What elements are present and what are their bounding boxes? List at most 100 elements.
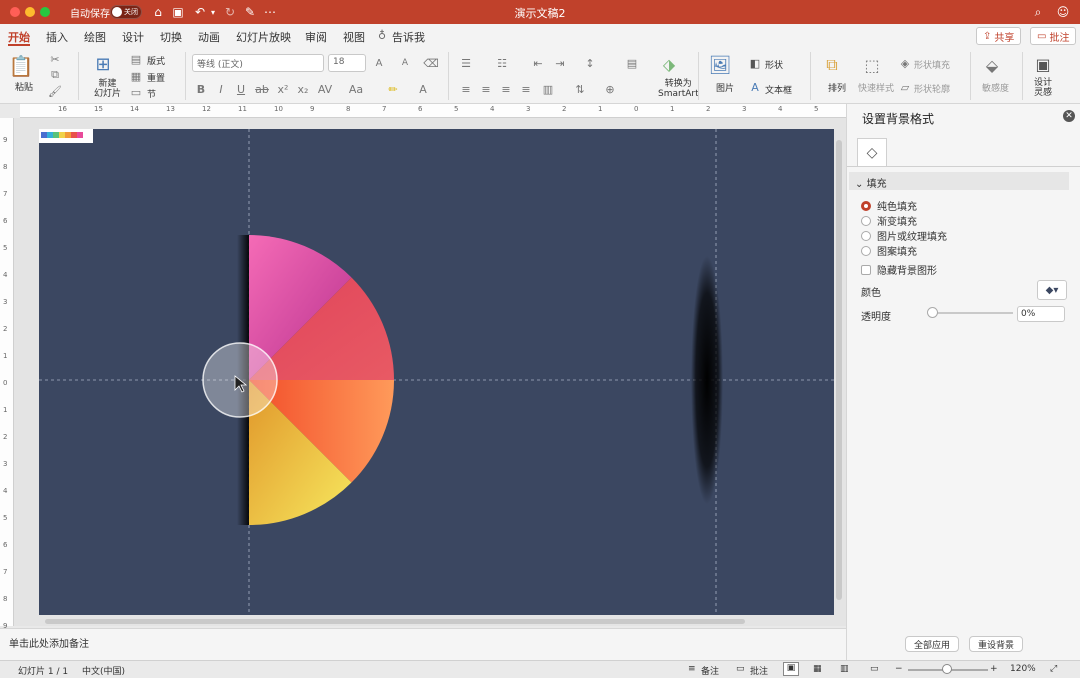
subscript-icon[interactable]: x₂: [296, 82, 310, 96]
redo-icon[interactable]: ↻: [222, 4, 238, 20]
color-picker-button[interactable]: ◆▾: [1037, 280, 1067, 300]
reading-view-icon[interactable]: ▥: [840, 664, 849, 674]
designer-button[interactable]: 设计 灵感: [1034, 78, 1052, 98]
font-name-select[interactable]: 等线 (正文): [192, 54, 324, 72]
slide[interactable]: [39, 129, 834, 615]
radio-pattern-fill[interactable]: 图案填充: [861, 243, 917, 258]
more-commands-icon[interactable]: ⋯: [262, 4, 278, 20]
align-center-icon[interactable]: ≡: [478, 82, 494, 96]
share-button[interactable]: ⇪ 共享: [976, 27, 1022, 45]
normal-view-icon[interactable]: ▣: [783, 662, 799, 676]
vertical-scrollbar[interactable]: [836, 140, 842, 600]
radio-gradient-fill[interactable]: 渐变填充: [861, 213, 917, 228]
decrease-font-icon[interactable]: A: [398, 56, 412, 70]
reset-button[interactable]: 重置: [147, 71, 165, 84]
search-icon[interactable]: ⌕: [1030, 4, 1046, 20]
textbox-button[interactable]: 文本框: [765, 83, 792, 96]
comments-button[interactable]: ▭ 批注: [1030, 27, 1077, 45]
transparency-slider-handle[interactable]: [927, 307, 938, 318]
tab-draw[interactable]: 绘图: [84, 29, 106, 45]
cut-icon[interactable]: ✂: [48, 52, 62, 66]
minimize-window-button[interactable]: [25, 7, 35, 17]
language-indicator[interactable]: 中文(中国): [82, 664, 125, 677]
tab-design[interactable]: 设计: [122, 29, 144, 45]
section-button[interactable]: 节: [147, 87, 156, 100]
shape-fill-button[interactable]: 形状填充: [914, 58, 950, 71]
char-spacing-icon[interactable]: AV: [316, 82, 334, 96]
comments-toggle-button[interactable]: 批注: [750, 664, 768, 677]
hide-background-graphics-checkbox[interactable]: 隐藏背景图形: [861, 262, 937, 277]
close-pane-button[interactable]: ✕: [1063, 110, 1075, 122]
align-right-icon[interactable]: ≡: [498, 82, 514, 96]
transparency-slider-track[interactable]: [931, 312, 1013, 314]
apply-to-all-button[interactable]: 全部应用: [905, 636, 960, 652]
picture-icon[interactable]: 🖼: [708, 54, 732, 76]
ellipse-shadow-shape[interactable]: [691, 256, 723, 504]
home-icon[interactable]: ⌂: [150, 4, 166, 20]
increase-indent-icon[interactable]: ⇥: [552, 56, 568, 70]
superscript-icon[interactable]: x²: [276, 82, 290, 96]
edit-icon[interactable]: ✎: [242, 4, 258, 20]
convert-smartart-button[interactable]: 转换为 SmartArt: [658, 79, 699, 99]
clear-format-icon[interactable]: ⌫: [423, 56, 439, 70]
format-painter-icon[interactable]: 🖌: [48, 84, 62, 98]
notes-toggle-button[interactable]: 备注: [701, 664, 719, 677]
tab-home[interactable]: 开始: [8, 29, 30, 45]
text-box-options-icon[interactable]: ▤: [624, 56, 640, 70]
undo-dropdown-icon[interactable]: ▾: [205, 4, 221, 20]
transparency-input[interactable]: 0%: [1017, 306, 1065, 322]
slide-sorter-icon[interactable]: ▦: [813, 664, 822, 674]
maximize-window-button[interactable]: [40, 7, 50, 17]
zoom-in-icon[interactable]: +: [990, 664, 998, 674]
notes-pane[interactable]: 单击此处添加备注: [0, 628, 846, 660]
tab-view[interactable]: 视图: [343, 29, 365, 45]
tab-slideshow[interactable]: 幻灯片放映: [236, 29, 291, 45]
highlight-icon[interactable]: ✏: [386, 82, 400, 96]
bold-icon[interactable]: B: [194, 82, 208, 96]
underline-icon[interactable]: U: [234, 82, 248, 96]
line-spacing-icon[interactable]: ↕: [582, 56, 598, 70]
copy-icon[interactable]: ⧉: [48, 68, 62, 82]
layout-button[interactable]: 版式: [147, 54, 165, 67]
quick-styles-icon[interactable]: ⬚: [860, 54, 884, 76]
designer-icon[interactable]: ▣: [1030, 52, 1056, 76]
font-color-icon[interactable]: A: [416, 82, 430, 96]
close-window-button[interactable]: [10, 7, 20, 17]
sensitivity-icon[interactable]: ⬙: [980, 54, 1004, 76]
numbering-icon[interactable]: ☷: [494, 56, 510, 70]
new-slide-icon[interactable]: ⊞: [90, 52, 116, 76]
picture-button[interactable]: 图片: [716, 81, 734, 94]
increase-font-icon[interactable]: A: [372, 56, 386, 70]
shape-outline-button[interactable]: 形状轮廓: [914, 82, 950, 95]
tab-review[interactable]: 审阅: [305, 29, 327, 45]
columns-icon[interactable]: ▥: [540, 82, 556, 96]
strikethrough-icon[interactable]: ab: [254, 82, 270, 96]
radio-solid-fill[interactable]: 纯色填充: [861, 198, 917, 213]
tell-me-search[interactable]: 告诉我: [392, 29, 425, 45]
fit-slide-icon[interactable]: ⤢: [1050, 664, 1057, 674]
tab-transitions[interactable]: 切换: [160, 29, 182, 45]
decrease-indent-icon[interactable]: ⇤: [530, 56, 546, 70]
font-size-select[interactable]: 18: [328, 54, 366, 72]
quick-styles-button[interactable]: 快速样式: [858, 81, 894, 94]
shapes-button[interactable]: 形状: [765, 58, 783, 71]
new-slide-label[interactable]: 新建 幻灯片: [94, 79, 121, 99]
paste-icon[interactable]: 📋: [9, 54, 34, 78]
text-direction-icon[interactable]: ⇅: [572, 82, 588, 96]
save-icon[interactable]: ▣: [170, 4, 186, 20]
horizontal-scrollbar[interactable]: [45, 619, 745, 624]
fill-bucket-icon[interactable]: ◇: [857, 138, 887, 166]
smartart-icon[interactable]: ⬗: [654, 52, 684, 76]
zoom-slider-handle[interactable]: [942, 664, 952, 674]
align-left-icon[interactable]: ≡: [458, 82, 474, 96]
zoom-out-icon[interactable]: −: [895, 664, 903, 674]
radio-picture-fill[interactable]: 图片或纹理填充: [861, 228, 947, 243]
arrange-button[interactable]: 排列: [828, 81, 846, 94]
fill-section-header[interactable]: ⌄ 填充: [849, 172, 1069, 190]
change-case-icon[interactable]: Aa: [346, 82, 366, 96]
tab-animations[interactable]: 动画: [198, 29, 220, 45]
reset-background-button[interactable]: 重设背景: [969, 636, 1024, 652]
tab-insert[interactable]: 插入: [46, 29, 68, 45]
account-icon[interactable]: ☺: [1055, 4, 1071, 20]
italic-icon[interactable]: I: [214, 82, 228, 96]
